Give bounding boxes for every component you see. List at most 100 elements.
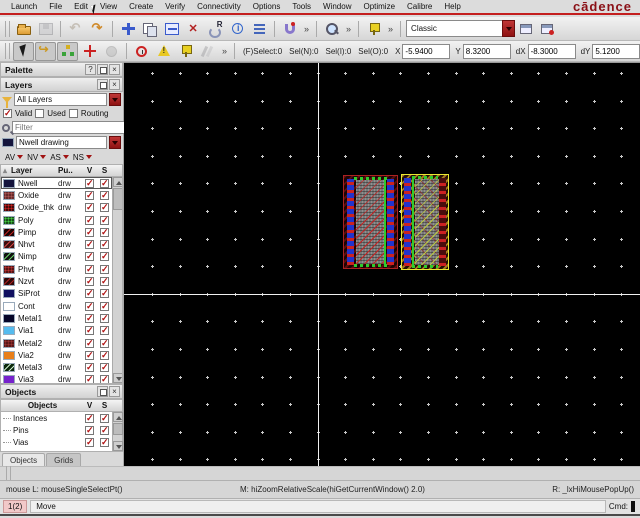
layer-selectable-checkbox[interactable] [100,276,109,287]
layer-row-poly[interactable]: Poly drw [1,214,112,226]
layer-selectable-checkbox[interactable] [100,313,109,324]
device-right-selected[interactable] [401,174,449,270]
restore-workspace-icon[interactable] [536,19,557,38]
layer-visible-checkbox[interactable] [85,202,94,213]
layer-selectable-checkbox[interactable] [100,325,109,336]
layer-selectable-checkbox[interactable] [100,239,109,250]
workspace-combo[interactable]: Classic [406,20,516,37]
quick-nv[interactable]: NV [27,153,38,162]
quick-as-arrow[interactable] [62,155,69,159]
layer-visible-checkbox[interactable] [85,215,94,226]
zoom-icon[interactable] [321,19,342,38]
menu-help[interactable]: Help [439,1,465,12]
layer-swatch[interactable] [3,289,15,299]
menu-optimize[interactable]: Optimize [358,1,400,12]
layer-name[interactable]: Phvt [15,265,58,274]
stretch-icon[interactable] [161,19,182,38]
menu-view[interactable]: View [95,1,122,12]
object-selectable-checkbox[interactable] [100,437,109,448]
quick-nv-arrow[interactable] [40,155,47,159]
layer-visible-checkbox[interactable] [85,350,94,361]
command-caret[interactable] [631,501,635,512]
rotate-icon[interactable] [205,19,226,38]
object-name[interactable]: Pins [13,426,82,435]
layer-name[interactable]: Poly [15,216,58,225]
magnet-icon[interactable] [279,19,300,38]
layer-name[interactable]: Nzvt [15,277,58,286]
menu-edit[interactable]: Edit [69,1,93,12]
scroll-down-icon[interactable] [113,441,123,451]
properties-icon[interactable] [227,19,248,38]
menu-window[interactable]: Window [318,1,356,12]
current-layer-value[interactable]: Nwell drawing [16,136,107,149]
layer-name[interactable]: Nhvt [15,240,58,249]
layer-name[interactable]: Metal1 [15,314,58,323]
layer-name[interactable]: Oxide_thk [15,203,58,212]
layer-selectable-checkbox[interactable] [100,350,109,361]
select-mode-icon[interactable] [13,41,34,61]
float-objects-icon[interactable] [97,386,108,397]
layer-swatch[interactable] [3,313,15,323]
objects-row-vias[interactable]: Vias [1,436,112,448]
layer-visible-checkbox[interactable] [85,190,94,201]
layer-row-oxide[interactable]: Oxide drw [1,189,112,201]
warning-icon[interactable] [153,42,174,61]
layer-row-nhvt[interactable]: Nhvt drw [1,238,112,250]
layer-name[interactable]: Metal3 [15,363,58,372]
toolbar-overflow-chevron[interactable]: » [385,24,396,34]
layer-swatch[interactable] [3,301,15,311]
close-layers-icon[interactable]: × [109,79,120,90]
objects-row-pins[interactable]: Pins [1,424,112,436]
workspace-combo-arrow[interactable] [502,20,516,37]
align-icon[interactable] [249,19,270,38]
object-visible-checkbox[interactable] [85,437,94,448]
used-checkbox[interactable] [35,109,45,118]
quick-as[interactable]: AS [50,153,61,162]
close-objects-icon[interactable]: × [109,386,120,397]
layer-visible-checkbox[interactable] [85,325,94,336]
layer-swatch[interactable] [3,338,15,348]
menu-tools[interactable]: Tools [287,1,316,12]
layer-selectable-checkbox[interactable] [100,227,109,238]
float-panel-icon[interactable] [97,64,108,75]
layer-row-nimp[interactable]: Nimp drw [1,251,112,263]
object-visible-checkbox[interactable] [85,425,94,436]
layer-name[interactable]: Cont [15,302,58,311]
menu-options[interactable]: Options [248,1,286,12]
layer-selectable-checkbox[interactable] [100,374,109,383]
layer-visible-checkbox[interactable] [85,313,94,324]
y-coordinate-field[interactable] [462,43,511,59]
layer-visible-checkbox[interactable] [85,239,94,250]
move-icon[interactable] [117,19,138,38]
clock-icon[interactable] [131,42,152,61]
layer-row-oxide_thk[interactable]: Oxide_thk drw [1,202,112,214]
layer-row-via2[interactable]: Via2 drw [1,349,112,361]
layer-row-metal1[interactable]: Metal1 drw [1,312,112,324]
col-selectable[interactable]: S [97,166,112,175]
layer-visible-checkbox[interactable] [85,362,94,373]
layer-selectable-checkbox[interactable] [100,264,109,275]
layer-selectable-checkbox[interactable] [100,338,109,349]
workspace-combo-value[interactable]: Classic [406,20,503,37]
toolbar-overflow-chevron[interactable]: » [301,24,312,34]
menu-create[interactable]: Create [124,1,158,12]
delete-icon[interactable] [183,19,204,38]
toolbar-grip[interactable] [5,43,10,59]
save-workspace-icon[interactable] [515,19,536,38]
layer-swatch[interactable] [3,240,15,250]
layer-row-siprot[interactable]: SiProt drw [1,288,112,300]
layer-row-via1[interactable]: Via1 drw [1,325,112,337]
object-visible-checkbox[interactable] [85,413,94,424]
layer-name[interactable]: Via2 [15,351,58,360]
layer-swatch[interactable] [3,190,15,200]
layer-row-nwell[interactable]: Nwell drw [1,177,112,190]
dx-field[interactable] [527,43,576,59]
layer-selectable-checkbox[interactable] [100,178,109,189]
layer-name[interactable]: Pimp [15,228,58,237]
object-selectable-checkbox[interactable] [100,413,109,424]
layer-selectable-checkbox[interactable] [100,362,109,373]
objects-scrollbar[interactable] [112,412,123,451]
layer-name[interactable]: Via3 [15,375,58,383]
valid-checkbox[interactable] [3,108,12,119]
layer-row-cont[interactable]: Cont drw [1,300,112,312]
